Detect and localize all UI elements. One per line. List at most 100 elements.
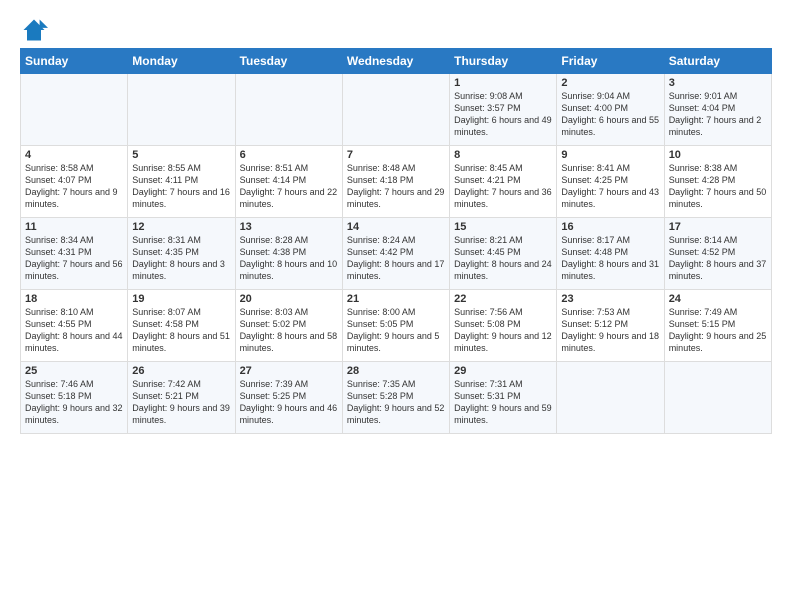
calendar-cell: 8Sunrise: 8:45 AMSunset: 4:21 PMDaylight… (450, 146, 557, 218)
cell-content: Sunrise: 8:55 AMSunset: 4:11 PMDaylight:… (132, 162, 230, 211)
cell-content: Sunrise: 8:24 AMSunset: 4:42 PMDaylight:… (347, 234, 445, 283)
calendar-cell: 5Sunrise: 8:55 AMSunset: 4:11 PMDaylight… (128, 146, 235, 218)
day-number: 24 (669, 293, 767, 305)
cell-content: Sunrise: 8:41 AMSunset: 4:25 PMDaylight:… (561, 162, 659, 211)
calendar-cell: 16Sunrise: 8:17 AMSunset: 4:48 PMDayligh… (557, 218, 664, 290)
header-day-wednesday: Wednesday (342, 49, 449, 74)
calendar-cell: 13Sunrise: 8:28 AMSunset: 4:38 PMDayligh… (235, 218, 342, 290)
day-number: 28 (347, 365, 445, 377)
week-row-3: 18Sunrise: 8:10 AMSunset: 4:55 PMDayligh… (21, 290, 772, 362)
day-number: 25 (25, 365, 123, 377)
cell-content: Sunrise: 7:42 AMSunset: 5:21 PMDaylight:… (132, 378, 230, 427)
calendar-cell: 22Sunrise: 7:56 AMSunset: 5:08 PMDayligh… (450, 290, 557, 362)
cell-content: Sunrise: 7:31 AMSunset: 5:31 PMDaylight:… (454, 378, 552, 427)
cell-content: Sunrise: 9:04 AMSunset: 4:00 PMDaylight:… (561, 90, 659, 139)
calendar-cell: 11Sunrise: 8:34 AMSunset: 4:31 PMDayligh… (21, 218, 128, 290)
day-number: 10 (669, 149, 767, 161)
cell-content: Sunrise: 9:08 AMSunset: 3:57 PMDaylight:… (454, 90, 552, 139)
calendar-cell: 3Sunrise: 9:01 AMSunset: 4:04 PMDaylight… (664, 74, 771, 146)
header (20, 16, 772, 44)
day-number: 2 (561, 77, 659, 89)
calendar-cell (342, 74, 449, 146)
day-number: 11 (25, 221, 123, 233)
day-number: 21 (347, 293, 445, 305)
cell-content: Sunrise: 8:34 AMSunset: 4:31 PMDaylight:… (25, 234, 123, 283)
calendar-cell: 6Sunrise: 8:51 AMSunset: 4:14 PMDaylight… (235, 146, 342, 218)
cell-content: Sunrise: 7:49 AMSunset: 5:15 PMDaylight:… (669, 306, 767, 355)
cell-content: Sunrise: 8:28 AMSunset: 4:38 PMDaylight:… (240, 234, 338, 283)
day-number: 22 (454, 293, 552, 305)
calendar-cell (557, 362, 664, 434)
header-day-friday: Friday (557, 49, 664, 74)
day-number: 27 (240, 365, 338, 377)
calendar-cell: 24Sunrise: 7:49 AMSunset: 5:15 PMDayligh… (664, 290, 771, 362)
cell-content: Sunrise: 7:39 AMSunset: 5:25 PMDaylight:… (240, 378, 338, 427)
cell-content: Sunrise: 8:03 AMSunset: 5:02 PMDaylight:… (240, 306, 338, 355)
cell-content: Sunrise: 9:01 AMSunset: 4:04 PMDaylight:… (669, 90, 767, 139)
day-number: 13 (240, 221, 338, 233)
day-number: 14 (347, 221, 445, 233)
day-number: 1 (454, 77, 552, 89)
calendar-cell: 29Sunrise: 7:31 AMSunset: 5:31 PMDayligh… (450, 362, 557, 434)
calendar-cell: 21Sunrise: 8:00 AMSunset: 5:05 PMDayligh… (342, 290, 449, 362)
day-number: 26 (132, 365, 230, 377)
cell-content: Sunrise: 8:45 AMSunset: 4:21 PMDaylight:… (454, 162, 552, 211)
calendar-cell: 15Sunrise: 8:21 AMSunset: 4:45 PMDayligh… (450, 218, 557, 290)
calendar-cell: 27Sunrise: 7:39 AMSunset: 5:25 PMDayligh… (235, 362, 342, 434)
day-number: 8 (454, 149, 552, 161)
cell-content: Sunrise: 8:48 AMSunset: 4:18 PMDaylight:… (347, 162, 445, 211)
calendar-cell: 25Sunrise: 7:46 AMSunset: 5:18 PMDayligh… (21, 362, 128, 434)
cell-content: Sunrise: 8:07 AMSunset: 4:58 PMDaylight:… (132, 306, 230, 355)
day-number: 6 (240, 149, 338, 161)
day-number: 17 (669, 221, 767, 233)
day-number: 15 (454, 221, 552, 233)
day-number: 3 (669, 77, 767, 89)
cell-content: Sunrise: 7:46 AMSunset: 5:18 PMDaylight:… (25, 378, 123, 427)
cell-content: Sunrise: 7:35 AMSunset: 5:28 PMDaylight:… (347, 378, 445, 427)
week-row-2: 11Sunrise: 8:34 AMSunset: 4:31 PMDayligh… (21, 218, 772, 290)
calendar-cell: 26Sunrise: 7:42 AMSunset: 5:21 PMDayligh… (128, 362, 235, 434)
calendar-cell (21, 74, 128, 146)
header-day-tuesday: Tuesday (235, 49, 342, 74)
day-number: 20 (240, 293, 338, 305)
cell-content: Sunrise: 8:58 AMSunset: 4:07 PMDaylight:… (25, 162, 123, 211)
header-day-sunday: Sunday (21, 49, 128, 74)
cell-content: Sunrise: 8:10 AMSunset: 4:55 PMDaylight:… (25, 306, 123, 355)
week-row-0: 1Sunrise: 9:08 AMSunset: 3:57 PMDaylight… (21, 74, 772, 146)
header-day-saturday: Saturday (664, 49, 771, 74)
cell-content: Sunrise: 8:17 AMSunset: 4:48 PMDaylight:… (561, 234, 659, 283)
cell-content: Sunrise: 8:14 AMSunset: 4:52 PMDaylight:… (669, 234, 767, 283)
calendar-cell: 4Sunrise: 8:58 AMSunset: 4:07 PMDaylight… (21, 146, 128, 218)
calendar-cell: 9Sunrise: 8:41 AMSunset: 4:25 PMDaylight… (557, 146, 664, 218)
day-number: 23 (561, 293, 659, 305)
calendar-cell: 12Sunrise: 8:31 AMSunset: 4:35 PMDayligh… (128, 218, 235, 290)
cell-content: Sunrise: 8:21 AMSunset: 4:45 PMDaylight:… (454, 234, 552, 283)
cell-content: Sunrise: 8:51 AMSunset: 4:14 PMDaylight:… (240, 162, 338, 211)
calendar-cell: 23Sunrise: 7:53 AMSunset: 5:12 PMDayligh… (557, 290, 664, 362)
day-number: 18 (25, 293, 123, 305)
calendar-cell: 19Sunrise: 8:07 AMSunset: 4:58 PMDayligh… (128, 290, 235, 362)
page: SundayMondayTuesdayWednesdayThursdayFrid… (0, 0, 792, 444)
day-number: 9 (561, 149, 659, 161)
calendar-cell (128, 74, 235, 146)
logo-icon (20, 16, 48, 44)
day-number: 29 (454, 365, 552, 377)
week-row-1: 4Sunrise: 8:58 AMSunset: 4:07 PMDaylight… (21, 146, 772, 218)
cell-content: Sunrise: 8:00 AMSunset: 5:05 PMDaylight:… (347, 306, 445, 355)
header-day-monday: Monday (128, 49, 235, 74)
calendar-cell: 7Sunrise: 8:48 AMSunset: 4:18 PMDaylight… (342, 146, 449, 218)
calendar-cell (235, 74, 342, 146)
calendar-cell (664, 362, 771, 434)
header-day-thursday: Thursday (450, 49, 557, 74)
cell-content: Sunrise: 7:53 AMSunset: 5:12 PMDaylight:… (561, 306, 659, 355)
header-row: SundayMondayTuesdayWednesdayThursdayFrid… (21, 49, 772, 74)
calendar-cell: 1Sunrise: 9:08 AMSunset: 3:57 PMDaylight… (450, 74, 557, 146)
day-number: 5 (132, 149, 230, 161)
day-number: 16 (561, 221, 659, 233)
day-number: 12 (132, 221, 230, 233)
calendar-cell: 14Sunrise: 8:24 AMSunset: 4:42 PMDayligh… (342, 218, 449, 290)
calendar-cell: 20Sunrise: 8:03 AMSunset: 5:02 PMDayligh… (235, 290, 342, 362)
day-number: 4 (25, 149, 123, 161)
calendar-table: SundayMondayTuesdayWednesdayThursdayFrid… (20, 48, 772, 434)
calendar-cell: 10Sunrise: 8:38 AMSunset: 4:28 PMDayligh… (664, 146, 771, 218)
